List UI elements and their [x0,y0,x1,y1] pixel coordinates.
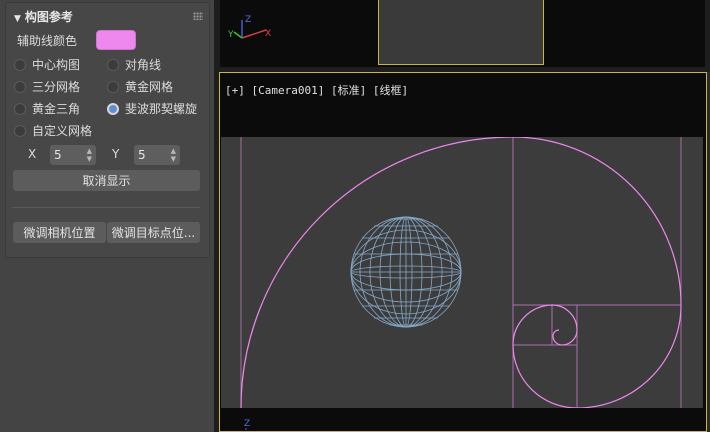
spinner-arrows-icon[interactable]: ▲ ▼ [87,147,92,163]
fibonacci-overlay [240,136,682,409]
x-spinner[interactable]: 5 ▲ ▼ [50,145,96,165]
axis-y-label: Y [227,30,234,40]
rollout-header[interactable]: ▼ 构图参考 [14,8,73,25]
radio-label: 对角线 [125,58,162,72]
cancel-display-button[interactable]: 取消显示 [13,170,200,191]
radio-center[interactable]: 中心构图 [14,56,80,73]
collapse-triangle-icon[interactable]: ▼ [14,14,21,24]
radio-golden-triangle[interactable]: 黄金三角 [14,100,80,117]
top-viewport-safe-frame [378,0,544,65]
guide-color-swatch[interactable] [96,30,136,50]
top-viewport[interactable]: Z X Y [220,0,705,67]
adjust-camera-button[interactable]: 微调相机位置 [13,222,106,243]
axis-tripod-icon: Z X Y [227,15,271,40]
axis-z-label: Z [245,15,251,25]
y-spinner[interactable]: 5 ▲ ▼ [134,145,180,165]
adjust-target-button[interactable]: 微调目标点位... [107,222,200,243]
render-frame [221,136,703,409]
rollout-title: 构图参考 [24,10,73,24]
radio-diagonal[interactable]: 对角线 [107,56,161,73]
radio-custom-grid[interactable]: 自定义网格 [14,122,92,139]
drag-grip-icon[interactable] [193,12,203,20]
radio-label: 三分网格 [32,80,81,94]
radio-golden-grid[interactable]: 黄金网格 [107,78,173,95]
wireframe-sphere [350,216,462,328]
guide-color-label: 辅助线颜色 [17,34,78,48]
radio-dot-icon [107,58,119,71]
x-label: X [28,147,37,161]
radio-label: 黄金网格 [125,80,174,94]
radio-label: 中心构图 [32,58,81,72]
x-value: 5 [54,148,62,162]
spinner-arrows-icon[interactable]: ▲ ▼ [171,147,176,163]
y-value: 5 [138,148,146,162]
radio-label: 斐波那契螺旋 [125,102,198,116]
separator [12,207,200,208]
radio-fibonacci[interactable]: 斐波那契螺旋 [107,100,197,117]
radio-thirds[interactable]: 三分网格 [14,78,80,95]
radio-dot-selected-icon [107,102,119,115]
y-label: Y [112,147,120,161]
radio-label: 自定义网格 [32,124,93,138]
viewport-label[interactable]: [+] [Camera001] [标准] [线框] [225,82,408,98]
radio-dot-icon [14,124,26,137]
radio-dot-icon [107,80,119,93]
radio-dot-icon [14,102,26,115]
bottom-axis-icon: Z [244,419,250,430]
radio-label: 黄金三角 [32,102,81,116]
radio-dot-icon [14,80,26,93]
axis-z-label: Z [244,419,250,429]
radio-dot-icon [14,58,26,71]
axis-x-label: X [265,29,271,39]
golden-guide-lines [512,137,681,408]
